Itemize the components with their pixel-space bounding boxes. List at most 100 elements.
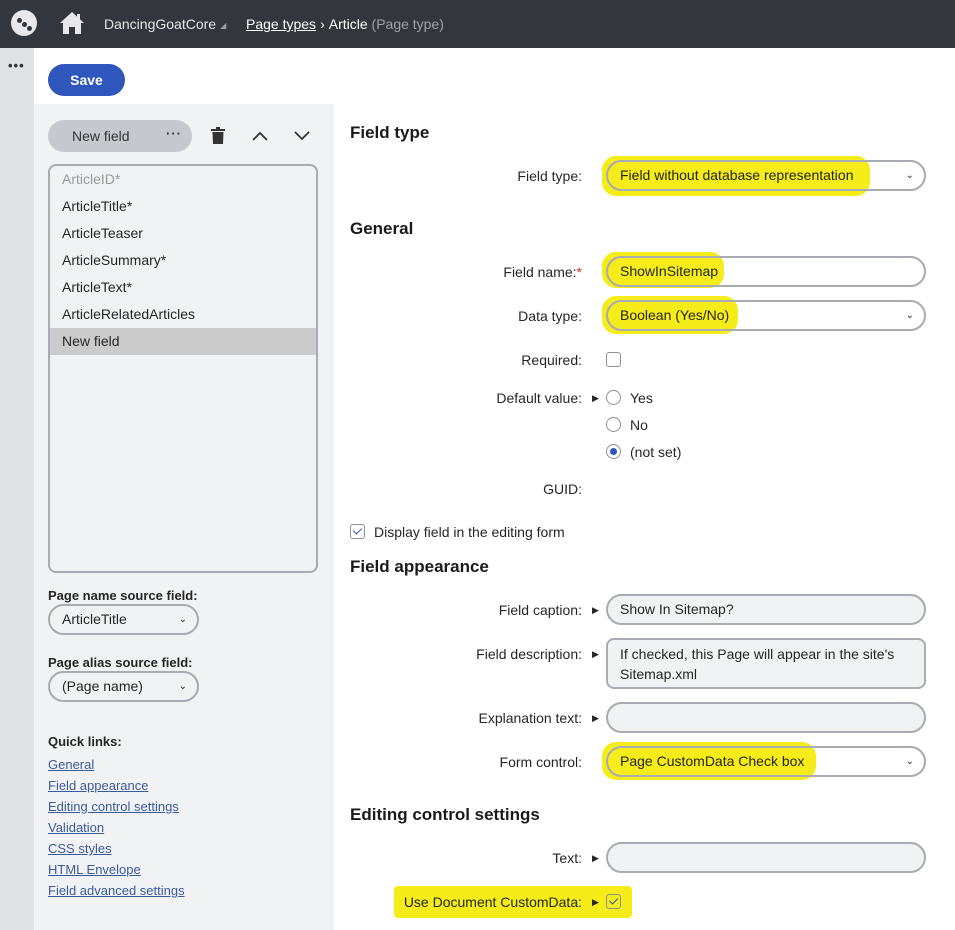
section-title-field-type: Field type: [350, 123, 430, 142]
default-value-not-set-radio[interactable]: [606, 444, 621, 459]
quick-link-html-envelope[interactable]: HTML Envelope: [48, 859, 185, 880]
chevron-right-icon: ›: [320, 16, 325, 32]
quick-links: General Field appearance Editing control…: [48, 754, 185, 901]
section-title-editing-control-settings: Editing control settings: [350, 805, 540, 824]
move-down-button[interactable]: [290, 124, 314, 148]
caret-down-icon: ◢: [220, 20, 227, 30]
field-caption-input[interactable]: Show In Sitemap?: [606, 594, 926, 625]
field-name-value: ShowInSitemap: [620, 263, 719, 279]
chevron-up-icon: [252, 131, 268, 141]
caret-right-icon[interactable]: ▶: [592, 897, 599, 908]
chevron-down-icon: ⌄: [905, 310, 914, 321]
field-list-item[interactable]: ArticleRelatedArticles: [50, 301, 316, 328]
chevron-down-icon: [294, 131, 310, 141]
text-input[interactable]: [606, 842, 926, 873]
caret-right-icon[interactable]: ▶: [592, 853, 599, 864]
new-field-label: New field: [72, 128, 130, 144]
required-asterisk: *: [576, 264, 582, 280]
use-custom-data-label: Use Document CustomData:: [403, 894, 582, 910]
quick-link-field-appearance[interactable]: Field appearance: [48, 775, 185, 796]
side-strip: •••: [0, 48, 34, 930]
field-list-item[interactable]: ArticleSummary*: [50, 247, 316, 274]
required-checkbox[interactable]: [606, 352, 621, 367]
field-name-input[interactable]: ShowInSitemap: [606, 256, 926, 287]
quick-link-editing-control-settings[interactable]: Editing control settings: [48, 796, 185, 817]
top-bar: DancingGoatCore ◢ Page types › Article (Pag…: [0, 0, 955, 48]
app-logo-icon[interactable]: [11, 10, 37, 36]
field-list-item[interactable]: ArticleText*: [50, 274, 316, 301]
field-name-label-text: Field name:: [503, 264, 577, 280]
explanation-text-input[interactable]: [606, 702, 926, 733]
more-icon[interactable]: •••: [8, 59, 25, 72]
save-button[interactable]: Save: [48, 64, 125, 96]
quick-link-general[interactable]: General: [48, 754, 185, 775]
field-description-textarea[interactable]: If checked, this Page will appear in the…: [606, 638, 926, 689]
caret-right-icon[interactable]: ▶: [592, 713, 599, 724]
form-control-value: Page CustomData Check box: [620, 753, 805, 769]
home-icon[interactable]: [58, 10, 86, 36]
use-custom-data-checkbox[interactable]: [606, 894, 621, 909]
text-label: Text:: [552, 850, 582, 866]
quick-link-validation[interactable]: Validation: [48, 817, 185, 838]
field-list-item[interactable]: ArticleTitle*: [50, 193, 316, 220]
caret-right-icon[interactable]: ▶: [592, 605, 599, 616]
field-type-select[interactable]: Field without database representation ⌄: [606, 160, 926, 191]
field-list-item[interactable]: ArticleID*: [50, 166, 316, 193]
display-in-form-checkbox[interactable]: [350, 524, 365, 539]
page-name-source-value: ArticleTitle: [62, 611, 127, 627]
page-alias-source-label: Page alias source field:: [48, 655, 193, 670]
caret-right-icon[interactable]: ▶: [592, 393, 599, 404]
page-name-source-label: Page name source field:: [48, 588, 198, 603]
guid-label: GUID:: [543, 481, 582, 497]
quick-link-field-advanced-settings[interactable]: Field advanced settings: [48, 880, 185, 901]
breadcrumb: Page types › Article (Page type): [246, 16, 444, 32]
page-name-source-select[interactable]: ArticleTitle ⌄: [48, 604, 199, 635]
chevron-down-icon: ⌄: [905, 756, 914, 767]
chevron-down-icon: ⌄: [905, 170, 914, 181]
field-list[interactable]: ArticleID* ArticleTitle* ArticleTeaser A…: [48, 164, 318, 573]
breadcrumb-page-types-link[interactable]: Page types: [246, 16, 316, 32]
field-list-item-selected[interactable]: New field: [50, 328, 316, 355]
breadcrumb-current: Article: [328, 16, 368, 32]
action-bar: Save: [34, 48, 955, 104]
required-label: Required:: [521, 352, 582, 368]
field-list-panel: New field ··· ArticleID* ArticleTitle* A…: [34, 104, 334, 930]
page-alias-source-value: (Page name): [62, 678, 143, 694]
section-title-field-appearance: Field appearance: [350, 557, 489, 576]
default-value-no-label: No: [630, 417, 648, 433]
field-caption-label: Field caption:: [498, 602, 582, 618]
default-value-yes-label: Yes: [630, 390, 653, 406]
chevron-down-icon: ⌄: [178, 681, 187, 692]
default-value-no-radio[interactable]: [606, 417, 621, 432]
form-control-label: Form control:: [499, 754, 582, 770]
default-value-yes-radio[interactable]: [606, 390, 621, 405]
page-alias-source-select[interactable]: (Page name) ⌄: [48, 671, 199, 702]
default-value-label: Default value:: [496, 390, 582, 406]
field-description-label: Field description:: [476, 646, 582, 662]
field-type-value: Field without database representation: [620, 167, 854, 183]
explanation-text-label: Explanation text:: [478, 710, 582, 726]
breadcrumb-type: (Page type): [371, 16, 444, 32]
section-title-general: General: [350, 219, 414, 238]
form-control-select[interactable]: Page CustomData Check box ⌄: [606, 746, 926, 777]
quick-links-title: Quick links:: [48, 734, 122, 749]
display-in-form-label: Display field in the editing form: [374, 524, 565, 540]
trash-icon: [211, 127, 225, 144]
field-description-value: If checked, this Page will appear in the…: [620, 646, 895, 682]
chevron-down-icon: ⌄: [178, 614, 187, 625]
move-up-button[interactable]: [248, 124, 272, 148]
data-type-label: Data type:: [518, 308, 582, 324]
data-type-value: Boolean (Yes/No): [620, 307, 730, 323]
delete-field-button[interactable]: [206, 124, 230, 148]
field-name-label: Field name:*: [503, 264, 582, 280]
data-type-select[interactable]: Boolean (Yes/No) ⌄: [606, 300, 926, 331]
new-field-button[interactable]: New field ···: [48, 120, 192, 152]
field-list-item[interactable]: ArticleTeaser: [50, 220, 316, 247]
site-name: DancingGoatCore: [104, 16, 217, 32]
more-options-icon[interactable]: ···: [166, 126, 182, 141]
site-selector[interactable]: DancingGoatCore ◢: [104, 16, 226, 32]
field-caption-value: Show In Sitemap?: [620, 601, 734, 617]
field-type-label: Field type:: [517, 168, 582, 184]
caret-right-icon[interactable]: ▶: [592, 649, 599, 660]
quick-link-css-styles[interactable]: CSS styles: [48, 838, 185, 859]
